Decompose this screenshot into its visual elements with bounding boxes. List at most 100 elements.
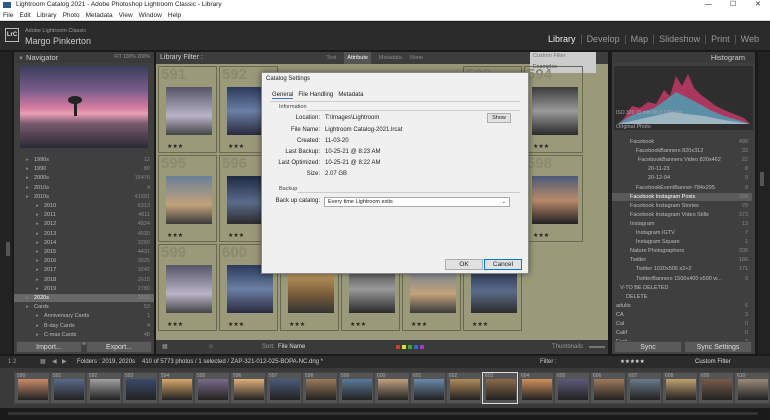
keyword-item[interactable]: TwitterBanners 1500x400 x500 w... 9 [612, 275, 752, 283]
keyword-item[interactable]: adults 6 [612, 302, 752, 310]
star-rating[interactable]: ★★★ [167, 232, 183, 239]
filmstrip-thumb[interactable]: 590 [14, 372, 50, 404]
folders-label[interactable]: Folders : 2019, 2020s [77, 356, 135, 368]
keyword-item[interactable]: Facebook Instagram Stories 29 [612, 202, 752, 210]
star-rating[interactable]: ★★★ [167, 321, 183, 328]
module-library[interactable]: Library [543, 35, 581, 44]
maximize-button[interactable]: ☐ [730, 0, 736, 10]
import-button[interactable]: Import... [16, 341, 82, 353]
photo-thumbnail[interactable] [532, 87, 578, 135]
grid-cell[interactable]: 594 ★★★ [524, 66, 583, 153]
folder-item[interactable]: ▸ 2015 4431 [14, 248, 154, 256]
folder-item[interactable]: ▸ C-mas Cards 48 [14, 331, 154, 339]
filmstrip-thumb[interactable]: 593 [122, 372, 158, 404]
folder-item[interactable]: ▸ 2016 3625 [14, 257, 154, 265]
color-label-purple[interactable] [420, 345, 424, 349]
sync-button[interactable]: Sync [614, 341, 682, 353]
export-button[interactable]: Export... [86, 341, 152, 353]
tab-metadata[interactable]: Metadata [338, 92, 363, 99]
keyword-item[interactable]: Twitter 1020x506 x2+2 171 [612, 265, 752, 273]
star-rating[interactable]: ★★★ [167, 143, 183, 150]
screen-nums[interactable]: 1 2 [8, 356, 16, 368]
keyword-item[interactable]: CA 3 [612, 311, 752, 319]
folder-item[interactable]: ▸ Cards 53 [14, 303, 154, 311]
keyword-item[interactable]: DELETE [612, 293, 752, 301]
color-label-blue[interactable] [414, 345, 418, 349]
folder-item[interactable]: ▸ 2010s 41691 [14, 193, 154, 201]
color-label-red[interactable] [396, 345, 400, 349]
keyword-item[interactable]: Facebook Instagram Video Stills 373 [612, 211, 752, 219]
filmstrip-thumb[interactable]: 600 [374, 372, 410, 404]
filmstrip-thumb[interactable]: 595 [194, 372, 230, 404]
filmstrip-thumb[interactable]: 605 [554, 372, 590, 404]
star-filter[interactable]: ★★★★★ [620, 356, 645, 368]
folder-item[interactable]: ▸ 2010 6313 [14, 202, 154, 210]
folder-item[interactable]: ▸ 2010s 4 [14, 184, 154, 192]
folder-item[interactable]: ▸ B-day Cards 4 [14, 322, 154, 330]
folder-item[interactable]: ▸ 1990 80 [14, 165, 154, 173]
filmstrip-thumb[interactable]: 602 [446, 372, 482, 404]
module-map[interactable]: Map [624, 35, 654, 44]
tab-file-handling[interactable]: File Handling [298, 92, 333, 99]
close-button[interactable]: ✕ [755, 0, 761, 10]
filmstrip-thumb[interactable]: 599 [338, 372, 374, 404]
keyword-item[interactable]: Facebook Instagram Posts 324 [612, 192, 752, 201]
navigator-header[interactable]: ▼ Navigator FIT 100% 200% [14, 52, 154, 63]
filmstrip-thumb[interactable]: 603 [482, 372, 518, 404]
filmstrip-scrollbar[interactable] [8, 412, 758, 415]
folder-item[interactable]: ▸ 2020s 2993 [14, 294, 154, 302]
grid-cell[interactable]: 591 ★★★ [158, 66, 217, 153]
keyword-item[interactable]: FacebookBanners 820x312 33 [612, 147, 752, 155]
folder-item[interactable]: ▸ 2019 2780 [14, 285, 154, 293]
keyword-item[interactable]: FacebookBanners Video 820x462 22 [612, 156, 752, 164]
star-rating[interactable]: ★★★ [350, 321, 366, 328]
folder-item[interactable]: ▸ 1990s 12 [14, 156, 154, 164]
keyword-item[interactable]: Instagram IGTV 7 [612, 229, 752, 237]
module-slideshow[interactable]: Slideshow [653, 35, 705, 44]
menu-library[interactable]: Library [37, 10, 57, 20]
keyword-item[interactable]: 20-12-04 9 [612, 174, 752, 182]
keyword-item[interactable]: 20-11-23 8 [612, 165, 752, 173]
filmstrip-thumb[interactable]: 610 [734, 372, 770, 404]
keyword-item[interactable]: Twitter 166 [612, 256, 752, 264]
people-icon[interactable]: ☺ [208, 340, 214, 354]
module-develop[interactable]: Develop [580, 35, 625, 44]
menu-window[interactable]: Window [139, 10, 162, 20]
filmstrip-thumb[interactable]: 596 [230, 372, 266, 404]
show-button[interactable]: Show [487, 113, 511, 123]
menu-help[interactable]: Help [168, 10, 181, 20]
filmstrip-thumb[interactable]: 609 [698, 372, 734, 404]
module-web[interactable]: Web [734, 35, 764, 44]
color-label-yellow[interactable] [402, 345, 406, 349]
filter-tab-attribute[interactable]: Attribute [344, 52, 371, 64]
photo-thumbnail[interactable] [166, 87, 212, 135]
back-arrow-icon[interactable]: ◀ [52, 356, 57, 368]
grid-cell[interactable]: 595 ★★★ [158, 155, 217, 242]
minimize-button[interactable]: — [705, 0, 712, 10]
folder-item[interactable]: ▸ 2011 4811 [14, 211, 154, 219]
filter-tab-text[interactable]: Text [326, 52, 336, 64]
filmstrip-thumb[interactable]: 604 [518, 372, 554, 404]
sort-value[interactable]: File Name [278, 340, 305, 354]
menu-metadata[interactable]: Metadata [86, 10, 113, 20]
filmstrip-thumb[interactable]: 592 [86, 372, 122, 404]
star-rating[interactable]: ★★★ [228, 232, 244, 239]
module-print[interactable]: Print [705, 35, 735, 44]
sync-settings-button[interactable]: Sync Settings [684, 341, 752, 353]
cancel-button[interactable]: Cancel [484, 259, 522, 270]
custom-filter-dropdown[interactable]: Custom Filter [695, 356, 731, 368]
menu-file[interactable]: File [3, 10, 13, 20]
star-rating[interactable]: ★★★ [228, 143, 244, 150]
histogram-header[interactable]: Histogram [612, 52, 755, 63]
filmstrip-thumb[interactable]: 597 [266, 372, 302, 404]
filter-tab-none[interactable]: None [410, 52, 423, 64]
keyword-item[interactable]: Facebook 499 [612, 138, 752, 146]
filmstrip-thumb[interactable]: 598 [302, 372, 338, 404]
color-label-green[interactable] [408, 345, 412, 349]
keyword-item[interactable]: Instagram 13 [612, 220, 752, 228]
keyword-item[interactable]: FacebookEventBanner-784x295 9 [612, 184, 752, 192]
keyword-item[interactable]: Instagram Square 1 [612, 238, 752, 246]
keyword-item[interactable]: V-TO BE DELETED [612, 284, 752, 292]
filmstrip-thumb[interactable]: 594 [158, 372, 194, 404]
star-rating[interactable]: ★★★ [533, 143, 549, 150]
